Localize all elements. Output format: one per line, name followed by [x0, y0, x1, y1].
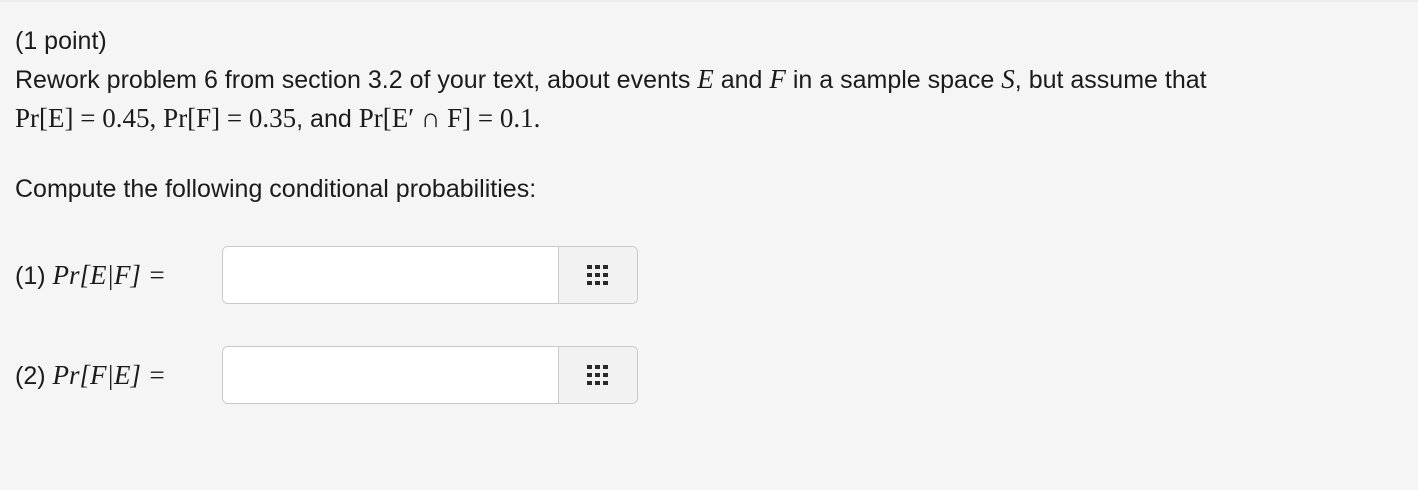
- question-1-label: (1) Pr[E|F] =: [15, 256, 166, 295]
- question-expression: Pr[F|E] =: [52, 360, 166, 390]
- problem-line-2: Pr[E] = 0.45, Pr[F] = 0.35, and Pr[E′ ∩ …: [15, 99, 1405, 138]
- separator: .: [533, 103, 541, 133]
- problem-text: in a sample space: [785, 66, 1002, 94]
- var-e: E: [697, 64, 714, 94]
- prob-e: Pr[E] = 0.45: [15, 103, 150, 133]
- prob-ec-and-f: Pr[E′ ∩ F] = 0.1: [358, 103, 534, 133]
- question-1: (1) Pr[E|F] =: [15, 246, 655, 304]
- answer-input-2[interactable]: [223, 347, 558, 403]
- grid-icon: [587, 365, 608, 385]
- points-label: (1 point): [15, 27, 107, 55]
- question-number: (1): [15, 262, 46, 290]
- separator: , and: [296, 105, 352, 133]
- instruction: Compute the following conditional probab…: [15, 175, 537, 203]
- equation-editor-button-1[interactable]: [558, 247, 637, 303]
- answer-field-2: [222, 346, 638, 404]
- answer-input-1[interactable]: [223, 247, 558, 303]
- problem-text: and: [713, 66, 770, 94]
- problem-text: Rework problem 6 from section 3.2 of you…: [15, 66, 698, 94]
- var-s: S: [1001, 64, 1015, 94]
- problem-line-1: Rework problem 6 from section 3.2 of you…: [15, 60, 1405, 99]
- question-2: (2) Pr[F|E] =: [15, 346, 655, 404]
- var-f: F: [769, 64, 786, 94]
- problem-statement: (1 point) Rework problem 6 from section …: [15, 22, 1405, 208]
- question-2-label: (2) Pr[F|E] =: [15, 356, 166, 395]
- answer-field-1: [222, 246, 638, 304]
- question-number: (2): [15, 362, 46, 390]
- top-border: [0, 0, 1418, 2]
- prob-f: Pr[F] = 0.35: [163, 103, 297, 133]
- grid-icon: [587, 265, 608, 285]
- equation-editor-button-2[interactable]: [558, 347, 637, 403]
- question-expression: Pr[E|F] =: [52, 260, 166, 290]
- problem-text: , but assume that: [1014, 66, 1207, 94]
- separator: ,: [149, 103, 157, 133]
